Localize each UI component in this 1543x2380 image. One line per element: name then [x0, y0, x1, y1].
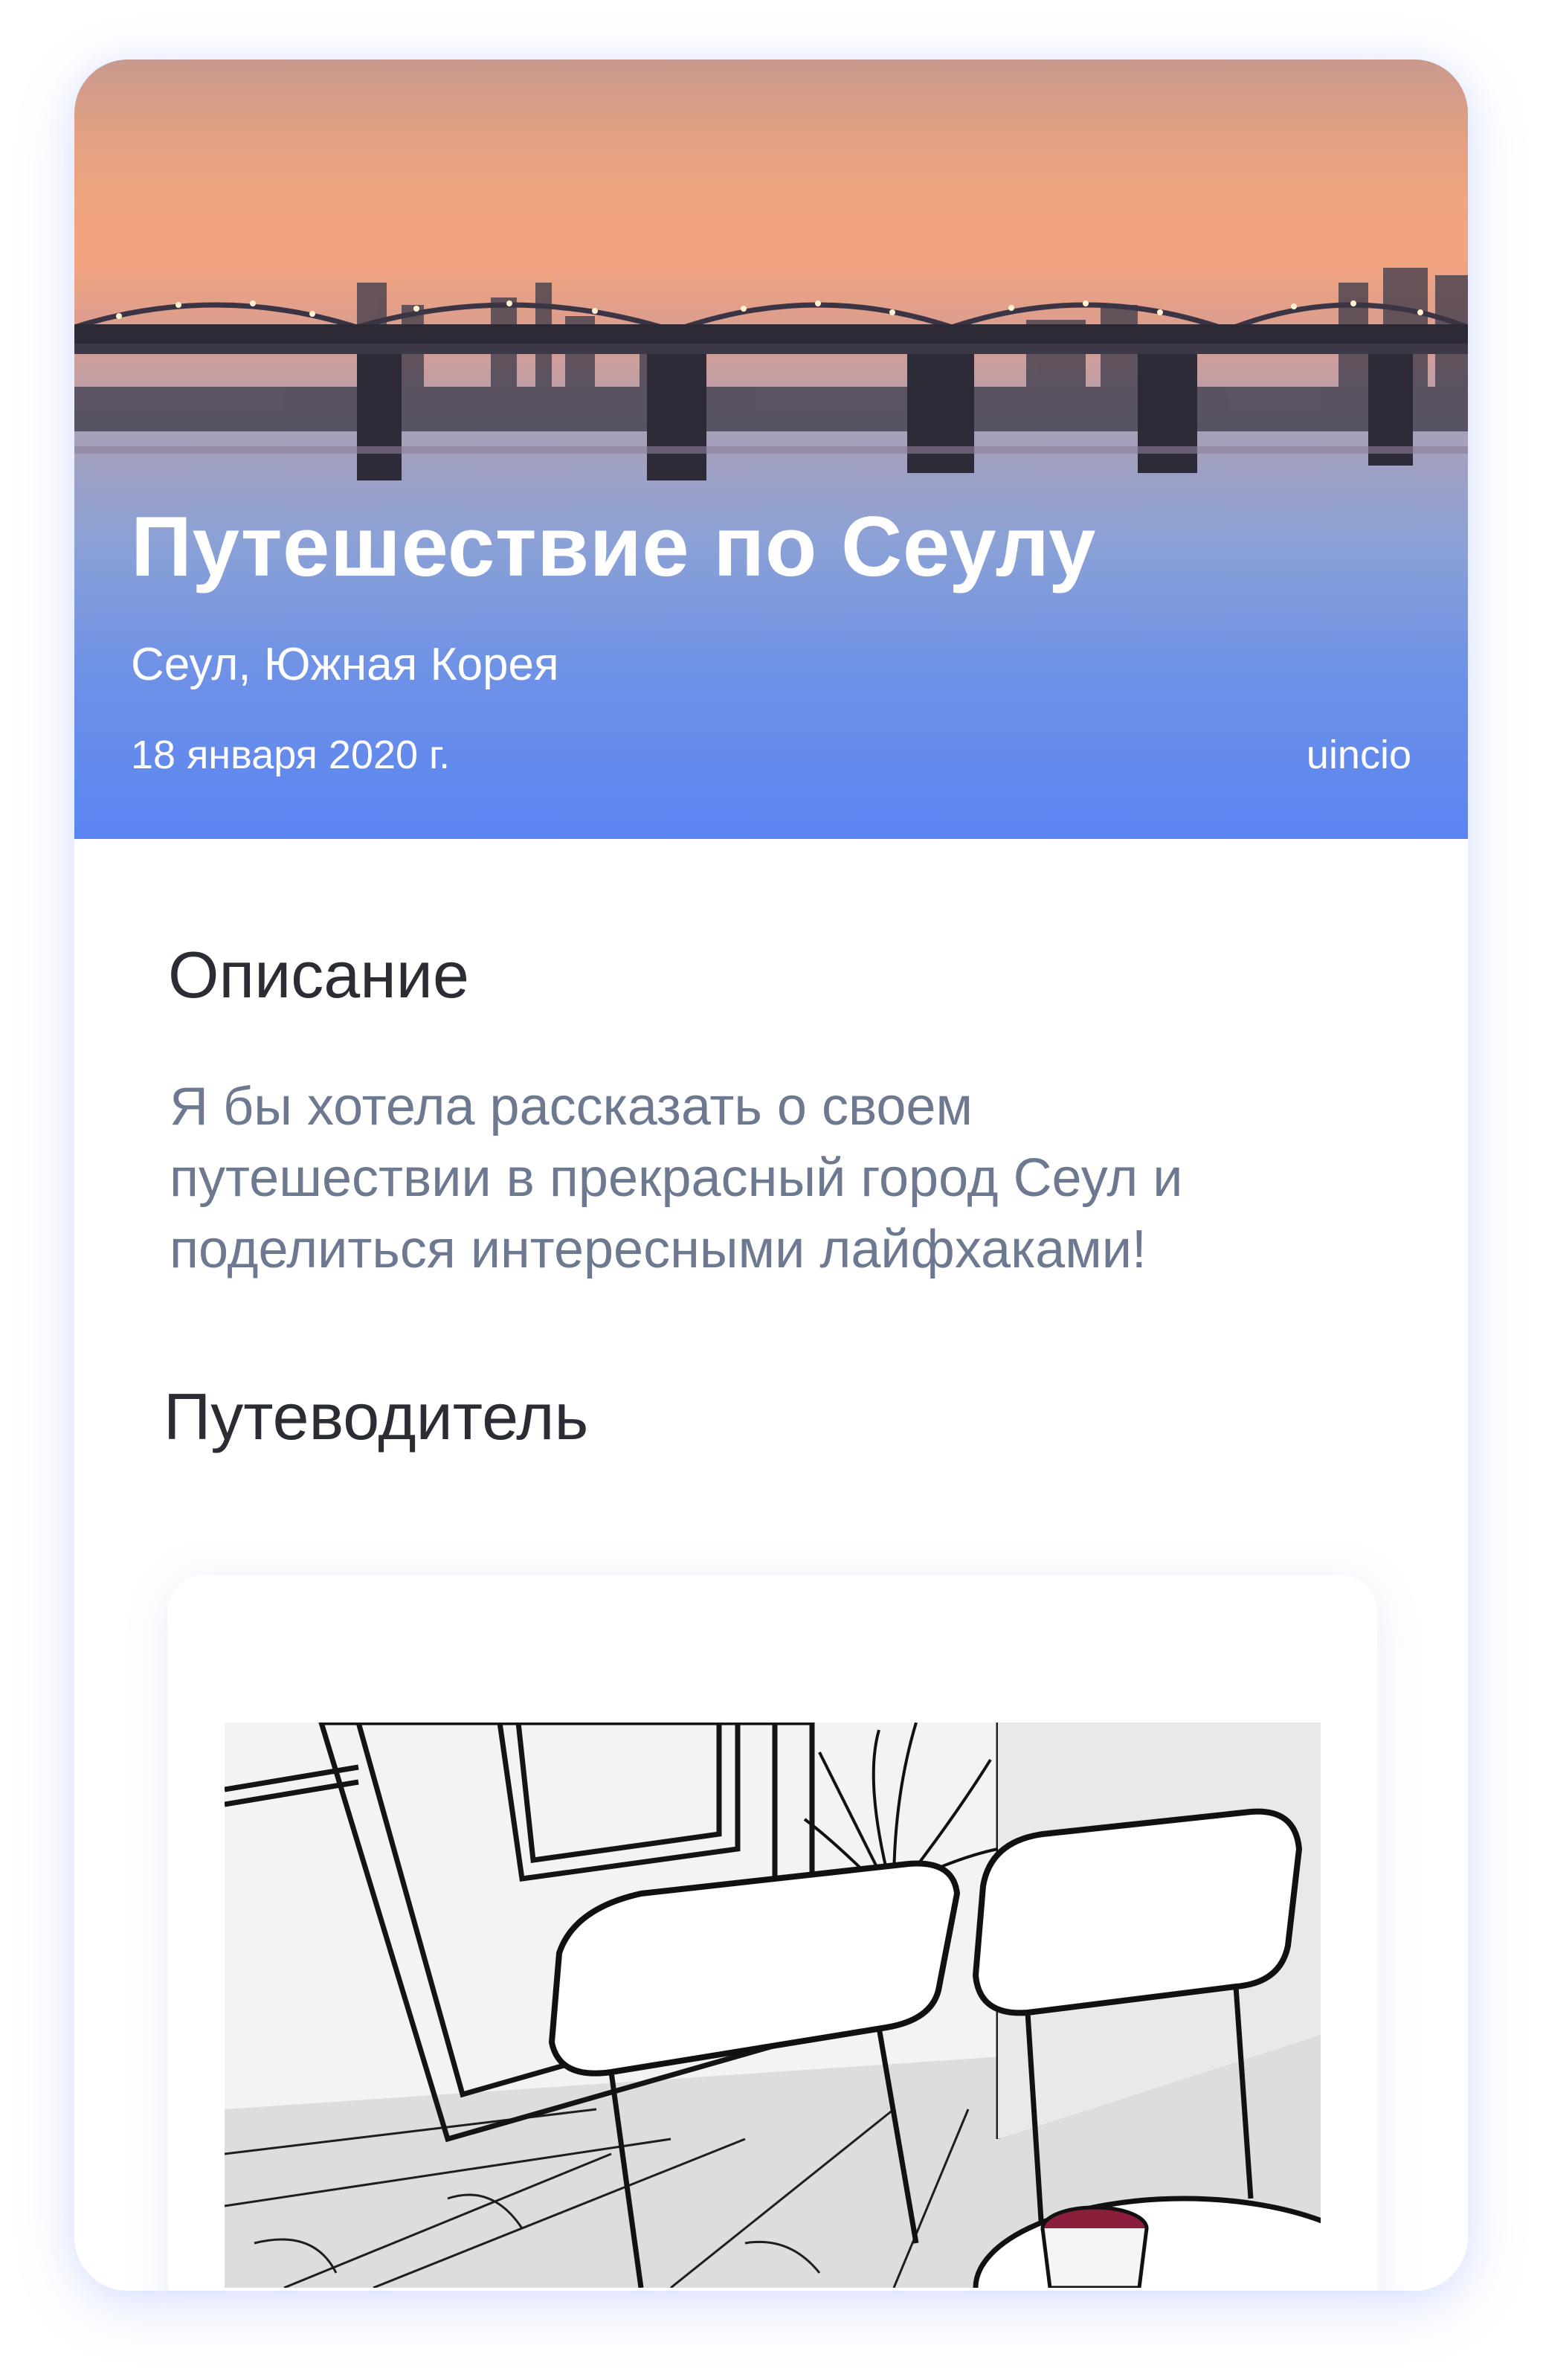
- description-heading: Описание: [168, 938, 469, 1012]
- author-name[interactable]: uincio: [1307, 732, 1411, 778]
- trip-date: 18 января 2020 г.: [131, 733, 451, 777]
- cafe-photo: [225, 1723, 1321, 2288]
- bridge-skyline-photo: [74, 268, 1468, 480]
- hero-banner: Путешествие по Сеулу Сеул, Южная Корея 1…: [74, 60, 1468, 839]
- trip-location: Сеул, Южная Корея: [131, 639, 559, 690]
- post-card: Путешествие по Сеулу Сеул, Южная Корея 1…: [74, 60, 1468, 2291]
- description-line: Я бы хотела рассказать о своем: [170, 1077, 973, 1136]
- description-line: поделиться интересными лайфхаками!: [170, 1220, 1147, 1279]
- description-text: Я бы хотела рассказать о своем путешеств…: [170, 1071, 1389, 1285]
- description-line: путешествии в прекрасный город Сеул и: [170, 1148, 1183, 1208]
- trip-title: Путешествие по Сеулу: [131, 500, 1096, 594]
- guide-card[interactable]: [168, 1575, 1377, 2291]
- guide-heading: Путеводитель: [164, 1380, 589, 1453]
